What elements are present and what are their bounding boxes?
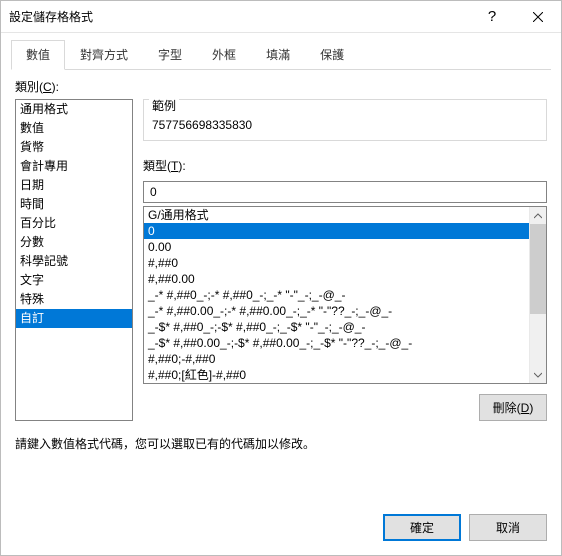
format-item[interactable]: G/通用格式: [144, 207, 530, 223]
tab-5[interactable]: 保護: [305, 40, 359, 70]
dialog-body: 類別(C): 通用格式數值貨幣會計專用日期時間百分比分數科學記號文字特殊自訂 範…: [1, 70, 561, 502]
format-item[interactable]: _-* #,##0_-;-* #,##0_-;_-* "-"_-;_-@_-: [144, 287, 530, 303]
format-item[interactable]: 0: [144, 223, 530, 239]
scroll-track[interactable]: [530, 224, 546, 366]
category-item[interactable]: 貨幣: [16, 138, 132, 157]
format-item[interactable]: _-* #,##0.00_-;-* #,##0.00_-;_-* "-"??_-…: [144, 303, 530, 319]
tab-strip: 數值對齊方式字型外框填滿保護: [11, 39, 551, 70]
format-item[interactable]: _-$* #,##0.00_-;-$* #,##0.00_-;_-$* "-"?…: [144, 335, 530, 351]
sample-group: 範例 757756698335830: [143, 99, 547, 141]
tab-0[interactable]: 數值: [11, 40, 65, 70]
category-item[interactable]: 時間: [16, 195, 132, 214]
cancel-button[interactable]: 取消: [469, 514, 547, 541]
window-title: 設定儲存格格式: [9, 8, 469, 25]
category-item[interactable]: 通用格式: [16, 100, 132, 119]
tab-4[interactable]: 填滿: [251, 40, 305, 70]
format-code-listbox[interactable]: G/通用格式00.00#,##0#,##0.00_-* #,##0_-;-* #…: [143, 206, 547, 384]
type-input[interactable]: [143, 181, 547, 203]
format-item[interactable]: #,##0;[紅色]-#,##0: [144, 367, 530, 383]
tab-1[interactable]: 對齊方式: [65, 40, 143, 70]
type-label: 類型(T):: [143, 157, 547, 174]
delete-button[interactable]: 刪除(D): [479, 394, 547, 421]
category-item[interactable]: 數值: [16, 119, 132, 138]
category-item[interactable]: 科學記號: [16, 252, 132, 271]
category-item[interactable]: 日期: [16, 176, 132, 195]
scroll-thumb[interactable]: [530, 224, 546, 314]
help-button[interactable]: ?: [469, 1, 515, 32]
tab-2[interactable]: 字型: [143, 40, 197, 70]
scrollbar[interactable]: [529, 207, 546, 383]
category-item[interactable]: 文字: [16, 271, 132, 290]
dialog-footer: 確定 取消: [1, 502, 561, 555]
category-item[interactable]: 分數: [16, 233, 132, 252]
format-item[interactable]: #,##0.00: [144, 271, 530, 287]
hint-text: 請鍵入數值格式代碼，您可以選取已有的代碼加以修改。: [15, 435, 547, 452]
scroll-up-button[interactable]: [530, 207, 546, 224]
sample-label: 範例: [149, 97, 179, 114]
format-cells-dialog: 設定儲存格格式 ? 數值對齊方式字型外框填滿保護 類別(C): 通用格式數值貨幣…: [0, 0, 562, 556]
category-listbox[interactable]: 通用格式數值貨幣會計專用日期時間百分比分數科學記號文字特殊自訂: [15, 99, 133, 421]
category-item[interactable]: 特殊: [16, 290, 132, 309]
format-item[interactable]: #,##0: [144, 255, 530, 271]
category-item[interactable]: 自訂: [16, 309, 132, 328]
tab-3[interactable]: 外框: [197, 40, 251, 70]
ok-button[interactable]: 確定: [383, 514, 461, 541]
category-item[interactable]: 會計專用: [16, 157, 132, 176]
format-item[interactable]: 0.00: [144, 239, 530, 255]
format-item[interactable]: #,##0;-#,##0: [144, 351, 530, 367]
format-item[interactable]: _-$* #,##0_-;-$* #,##0_-;_-$* "-"_-;_-@_…: [144, 319, 530, 335]
sample-value: 757756698335830: [152, 118, 538, 132]
titlebar: 設定儲存格格式 ?: [1, 1, 561, 33]
category-label: 類別(C):: [15, 78, 547, 95]
scroll-down-button[interactable]: [530, 366, 546, 383]
category-item[interactable]: 百分比: [16, 214, 132, 233]
close-button[interactable]: [515, 1, 561, 32]
